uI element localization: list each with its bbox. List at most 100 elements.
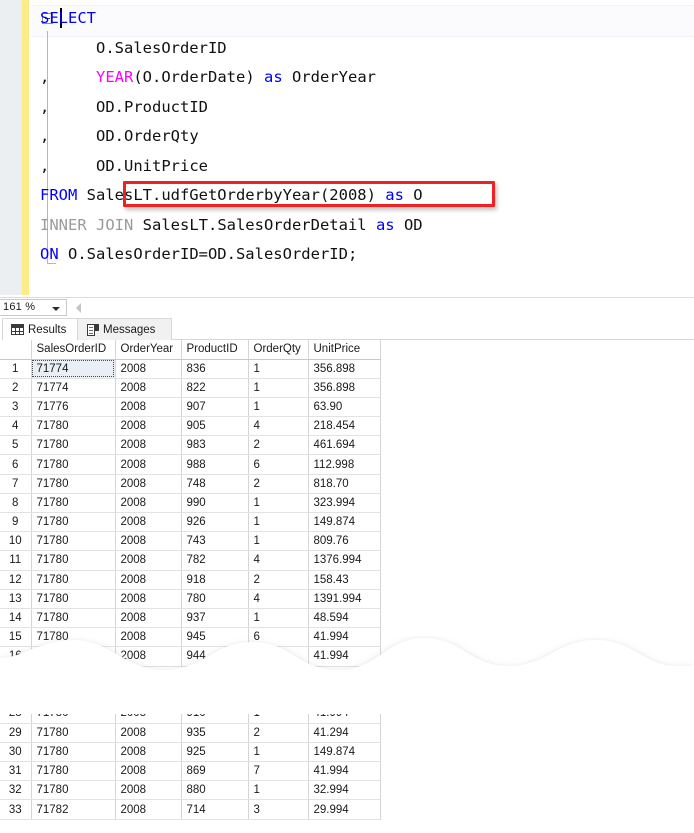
cell-orderqty[interactable]: 1 [248, 378, 308, 397]
results-table-continued[interactable]: 28717802008910141.99429717802008935241.2… [0, 714, 381, 820]
cell-orderqty[interactable]: 2 [248, 647, 308, 666]
cell-salesorderid[interactable]: 71782 [31, 800, 115, 819]
table-row[interactable]: 97178020089261149.874 [0, 513, 380, 532]
zoom-level-combobox[interactable]: 161 % [0, 299, 67, 316]
row-number-cell[interactable]: 11 [0, 551, 31, 570]
cell-orderqty[interactable]: 1 [248, 714, 308, 723]
cell-orderqty[interactable]: 4 [248, 551, 308, 570]
cell-productid[interactable]: 782 [181, 551, 248, 570]
cell-salesorderid[interactable]: 71780 [31, 532, 115, 551]
cell-orderyear[interactable]: 2008 [115, 570, 181, 589]
cell-salesorderid[interactable]: 71780 [31, 455, 115, 474]
cell-orderyear[interactable]: 2008 [115, 742, 181, 761]
table-row[interactable]: 127178020089182158.43 [0, 570, 380, 589]
row-number-cell[interactable]: 13 [0, 589, 31, 608]
cell-productid[interactable]: 918 [181, 570, 248, 589]
cell-orderyear[interactable]: 2008 [115, 532, 181, 551]
cell-unitprice[interactable]: 63.90 [308, 397, 380, 416]
cell-productid[interactable]: 937 [181, 608, 248, 627]
cell-productid[interactable]: 983 [181, 436, 248, 455]
table-row[interactable]: 15717802008945641.994 [0, 628, 380, 647]
cell-orderyear[interactable]: 2008 [115, 762, 181, 781]
cell-unitprice[interactable]: 158.43 [308, 570, 380, 589]
column-header-unitprice[interactable]: UnitPrice [308, 340, 380, 359]
cell-salesorderid[interactable]: 71780 [31, 608, 115, 627]
cell-salesorderid[interactable]: 71780 [31, 589, 115, 608]
cell-salesorderid[interactable]: 71780 [31, 474, 115, 493]
cell-salesorderid[interactable]: 71780 [31, 493, 115, 512]
horizontal-scrollbar[interactable] [86, 300, 694, 316]
cell-unitprice[interactable]: 809.76 [308, 532, 380, 551]
cell-unitprice[interactable]: 818.70 [308, 474, 380, 493]
cell-productid[interactable]: 748 [181, 474, 248, 493]
cell-salesorderid[interactable]: 71780 [31, 723, 115, 742]
cell-orderqty[interactable]: 1 [248, 781, 308, 800]
cell-unitprice[interactable]: 41.994 [308, 714, 380, 723]
cell-productid[interactable]: 926 [181, 513, 248, 532]
cell-productid[interactable]: 880 [181, 781, 248, 800]
cell-productid[interactable]: 836 [181, 359, 248, 378]
cell-orderyear[interactable]: 2008 [115, 551, 181, 570]
cell-orderqty[interactable]: 1 [248, 742, 308, 761]
cell-unitprice[interactable]: 41.994 [308, 647, 380, 666]
cell-salesorderid[interactable]: 71780 [31, 742, 115, 761]
column-header-salesorderid[interactable]: SalesOrderID [31, 340, 115, 359]
cell-salesorderid[interactable]: 71780 [31, 762, 115, 781]
table-row[interactable]: 33717822008714329.994 [0, 800, 380, 819]
row-number-cell[interactable]: 5 [0, 436, 31, 455]
cell-orderyear[interactable]: 2008 [115, 589, 181, 608]
results-grid-bottom-region[interactable]: 28717802008910141.99429717802008935241.2… [0, 714, 694, 833]
row-number-cell[interactable]: 10 [0, 532, 31, 551]
cell-orderyear[interactable]: 2008 [115, 647, 181, 666]
sql-code-text[interactable]: SELECT O.SalesOrderID, YEAR(O.OrderDate)… [40, 4, 690, 270]
table-row[interactable]: 3717762008907163.90 [0, 397, 380, 416]
tab-results[interactable]: Results [2, 318, 78, 340]
cell-productid[interactable]: 935 [181, 723, 248, 742]
row-number-cell[interactable]: 2 [0, 378, 31, 397]
row-number-cell[interactable]: 28 [0, 714, 31, 723]
table-row[interactable]: 29717802008935241.294 [0, 723, 380, 742]
cell-productid[interactable]: 743 [181, 532, 248, 551]
cell-unitprice[interactable]: 323.994 [308, 493, 380, 512]
results-grid-top-region[interactable]: SalesOrderID OrderYear ProductID OrderQt… [0, 340, 694, 670]
cell-orderqty[interactable]: 7 [248, 762, 308, 781]
table-row[interactable]: 1171780200878241376.994 [0, 551, 380, 570]
row-number-cell[interactable]: 14 [0, 608, 31, 627]
cell-unitprice[interactable]: 1391.994 [308, 589, 380, 608]
cell-orderqty[interactable]: 1 [248, 493, 308, 512]
table-row[interactable]: 107178020087431809.76 [0, 532, 380, 551]
row-number-cell[interactable]: 31 [0, 762, 31, 781]
cell-orderqty[interactable]: 2 [248, 474, 308, 493]
results-grid[interactable]: SalesOrderID OrderYear ProductID OrderQt… [0, 340, 381, 667]
sql-editor-pane[interactable]: SELECT O.SalesOrderID, YEAR(O.OrderDate)… [0, 0, 694, 295]
table-row[interactable]: 47178020089054218.454 [0, 417, 380, 436]
cell-productid[interactable]: 780 [181, 589, 248, 608]
results-table-body-top[interactable]: 17177420088361356.89827177420088221356.8… [0, 359, 380, 666]
cell-orderqty[interactable]: 2 [248, 723, 308, 742]
cell-salesorderid[interactable]: 71780 [31, 513, 115, 532]
column-header-orderqty[interactable]: OrderQty [248, 340, 308, 359]
cell-unitprice[interactable]: 41.994 [308, 628, 380, 647]
cell-salesorderid[interactable]: 71780 [31, 781, 115, 800]
cell-productid[interactable]: 988 [181, 455, 248, 474]
tab-messages[interactable]: Messages [78, 318, 172, 340]
table-row[interactable]: 14717802008937148.594 [0, 608, 380, 627]
cell-unitprice[interactable]: 41.294 [308, 723, 380, 742]
scroll-left-arrow-icon[interactable] [76, 303, 81, 313]
results-table-body-bottom[interactable]: 28717802008910141.99429717802008935241.2… [0, 714, 380, 819]
cell-productid[interactable]: 944 [181, 647, 248, 666]
row-number-cell[interactable]: 15 [0, 628, 31, 647]
cell-orderyear[interactable]: 2008 [115, 417, 181, 436]
cell-salesorderid[interactable]: 71780 [31, 570, 115, 589]
results-tabstrip[interactable]: Results Messages [0, 318, 694, 340]
table-row[interactable]: 57178020089832461.694 [0, 436, 380, 455]
cell-orderyear[interactable]: 2008 [115, 378, 181, 397]
cell-orderyear[interactable]: 2008 [115, 513, 181, 532]
table-header-row[interactable]: SalesOrderID OrderYear ProductID OrderQt… [0, 340, 380, 359]
cell-orderqty[interactable]: 1 [248, 397, 308, 416]
cell-salesorderid[interactable]: 71780 [31, 417, 115, 436]
cell-orderyear[interactable]: 2008 [115, 397, 181, 416]
table-row[interactable]: 67178020089886112.998 [0, 455, 380, 474]
cell-orderyear[interactable]: 2008 [115, 628, 181, 647]
cell-unitprice[interactable]: 41.994 [308, 762, 380, 781]
